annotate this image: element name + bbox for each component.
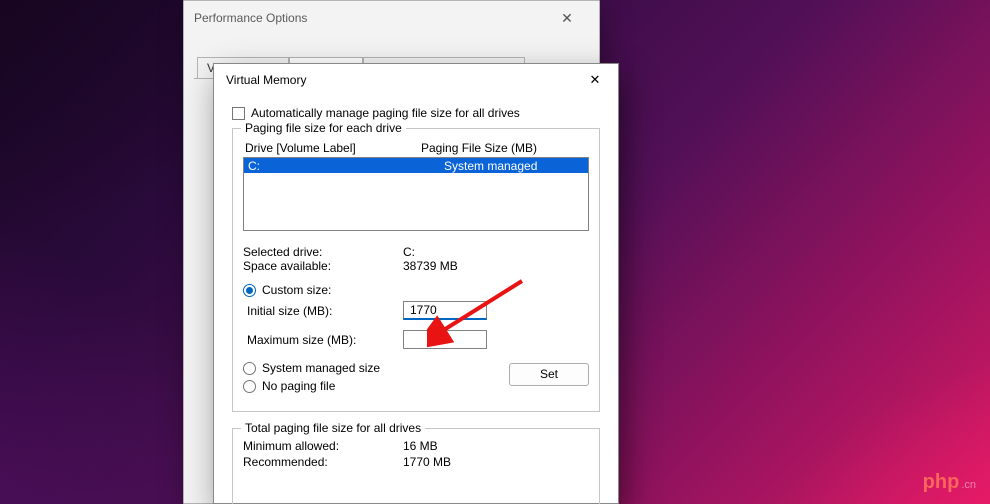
initial-size-input[interactable]: 1770 — [403, 301, 487, 320]
close-icon: ✕ — [590, 72, 601, 88]
custom-size-label: Custom size: — [262, 283, 331, 297]
min-label: Minimum allowed: — [243, 439, 403, 453]
watermark-brand: php — [923, 471, 960, 493]
total-fieldset: Total paging file size for all drives Mi… — [232, 428, 600, 504]
system-managed-label: System managed size — [262, 361, 380, 375]
perf-titlebar[interactable]: Performance Options ✕ — [184, 1, 599, 35]
initial-size-row: Initial size (MB): 1770 — [243, 301, 589, 320]
selected-drive-label: Selected drive: — [243, 245, 403, 259]
auto-manage-label: Automatically manage paging file size fo… — [251, 106, 520, 120]
rec-label: Recommended: — [243, 455, 403, 469]
drive-status: System managed — [444, 159, 588, 173]
drive-list[interactable]: C: System managed — [243, 157, 589, 231]
min-allowed-row: Minimum allowed: 16 MB — [243, 439, 589, 453]
selected-drive-row: Selected drive: C: — [243, 245, 589, 259]
auto-manage-checkbox[interactable] — [232, 107, 245, 120]
drive-letter: C: — [248, 159, 444, 173]
vm-body: Automatically manage paging file size fo… — [214, 96, 618, 504]
system-managed-row[interactable]: System managed size — [243, 361, 509, 375]
vm-titlebar[interactable]: Virtual Memory ✕ — [214, 64, 618, 96]
max-size-row: Maximum size (MB): — [243, 330, 589, 349]
drive-row-c[interactable]: C: System managed — [244, 158, 588, 173]
set-button[interactable]: Set — [509, 363, 589, 386]
perf-close-button[interactable]: ✕ — [545, 4, 589, 32]
custom-size-radio[interactable] — [243, 284, 256, 297]
desktop-background: Performance Options ✕ Visual EffectsAdva… — [0, 0, 990, 504]
rec-value: 1770 MB — [403, 455, 451, 469]
watermark-suffix: .cn — [961, 479, 976, 491]
recommended-row: Recommended: 1770 MB — [243, 455, 589, 469]
no-paging-label: No paging file — [262, 379, 335, 393]
auto-manage-row[interactable]: Automatically manage paging file size fo… — [232, 106, 600, 120]
selected-drive-value: C: — [403, 245, 415, 259]
vm-title: Virtual Memory — [226, 73, 574, 87]
space-label: Space available: — [243, 259, 403, 273]
no-paging-radio[interactable] — [243, 380, 256, 393]
vm-close-button[interactable]: ✕ — [574, 66, 616, 94]
close-icon: ✕ — [561, 10, 573, 27]
max-size-label: Maximum size (MB): — [243, 333, 403, 347]
watermark: php.cn — [923, 471, 976, 494]
custom-size-row[interactable]: Custom size: — [243, 283, 589, 297]
drives-fieldset: Paging file size for each drive Drive [V… — [232, 128, 600, 412]
max-size-input[interactable] — [403, 330, 487, 349]
space-available-row: Space available: 38739 MB — [243, 259, 589, 273]
col-size: Paging File Size (MB) — [421, 141, 585, 155]
drives-legend: Paging file size for each drive — [241, 121, 406, 135]
col-drive: Drive [Volume Label] — [245, 141, 421, 155]
no-paging-row[interactable]: No paging file — [243, 379, 509, 393]
initial-size-label: Initial size (MB): — [243, 304, 403, 318]
perf-title: Performance Options — [194, 11, 545, 25]
system-managed-radio[interactable] — [243, 362, 256, 375]
min-value: 16 MB — [403, 439, 438, 453]
drive-list-header: Drive [Volume Label] Paging File Size (M… — [243, 139, 589, 155]
space-value: 38739 MB — [403, 259, 458, 273]
virtual-memory-dialog: Virtual Memory ✕ Automatically manage pa… — [213, 63, 619, 504]
total-legend: Total paging file size for all drives — [241, 421, 425, 435]
